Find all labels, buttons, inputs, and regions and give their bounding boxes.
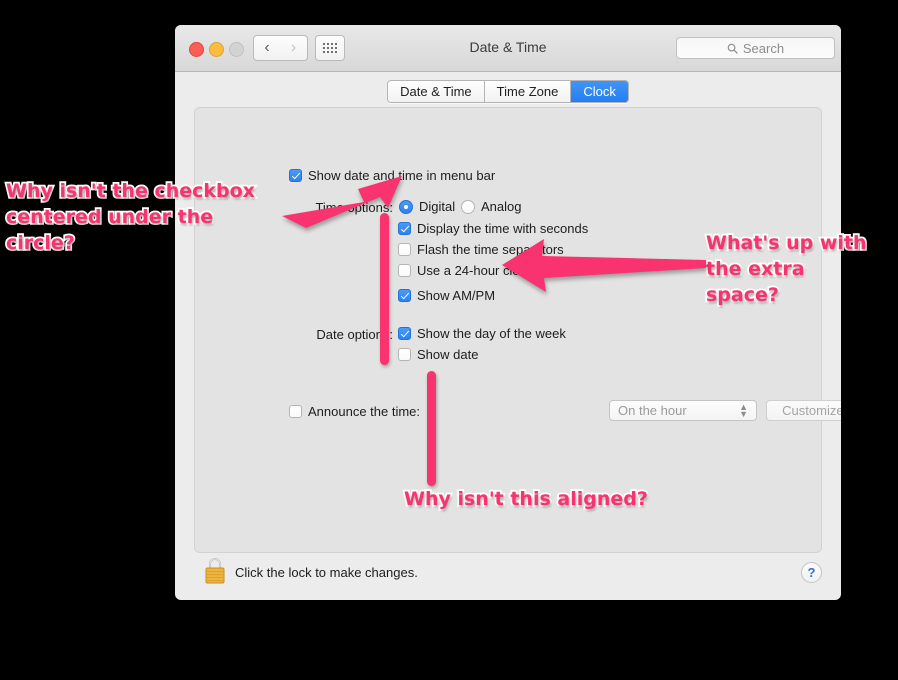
tab-group: Date & Time Time Zone Clock [387,80,629,103]
show-ampm-checkbox[interactable] [398,289,411,302]
flash-separators-checkbox[interactable] [398,243,411,256]
announce-time-row[interactable]: Announce the time: [289,404,420,419]
analog-radio-row[interactable]: Analog [461,199,521,214]
annotation-right-note: What's up with the extra space? [704,230,868,308]
customize-voice-button: Customize Voice... [766,400,841,421]
chevron-updown-icon: ▲ ▼ [739,402,748,419]
show-date-label: Show date [417,347,479,362]
window-titlebar: ‹ › Date & Time Search [175,25,841,72]
annotation-left-note: Why isn't the checkbox centered under th… [4,178,256,256]
tab-date-time[interactable]: Date & Time [388,81,485,102]
display-seconds-row[interactable]: Display the time with seconds [398,221,588,236]
annotation-arrow-to-show-ampm [502,239,706,292]
announce-time-label: Announce the time: [308,404,421,419]
24-hour-clock-checkbox[interactable] [398,264,411,277]
tab-clock[interactable]: Clock [571,81,628,102]
show-date-checkbox[interactable] [398,348,411,361]
search-placeholder: Search [742,40,785,56]
announce-interval-value: On the hour [618,403,687,418]
annotation-arrow-to-radio [282,176,402,228]
annotation-bar-announce-alignment [427,371,436,486]
display-seconds-label: Display the time with seconds [417,221,589,236]
tab-time-zone[interactable]: Time Zone [484,81,572,102]
lock-instruction-text: Click the lock to make changes. [235,565,418,580]
show-ampm-label: Show AM/PM [417,288,496,303]
search-icon [727,43,738,54]
annotation-bottom-note: Why isn't this aligned? [402,486,649,512]
show-date-row[interactable]: Show date [398,347,478,362]
annotation-bar-checkbox-column [380,213,389,365]
digital-radio-label: Digital [419,199,456,214]
help-button[interactable]: ? [801,562,822,583]
announce-interval-dropdown[interactable]: On the hour ▲ ▼ [609,400,757,421]
analog-radio[interactable] [461,199,475,214]
show-day-of-week-row[interactable]: Show the day of the week [398,326,566,341]
date-options-label: Date options: [316,327,393,342]
padlock-closed-icon[interactable] [204,556,226,585]
search-input[interactable]: Search [676,37,835,59]
show-day-of-week-label: Show the day of the week [417,326,566,341]
analog-radio-label: Analog [481,199,522,214]
show-ampm-row[interactable]: Show AM/PM [398,288,495,303]
show-day-of-week-checkbox[interactable] [398,327,411,340]
date-time-preferences-window: ‹ › Date & Time Search Date & Time Time … [175,25,841,600]
announce-time-checkbox[interactable] [289,405,302,418]
